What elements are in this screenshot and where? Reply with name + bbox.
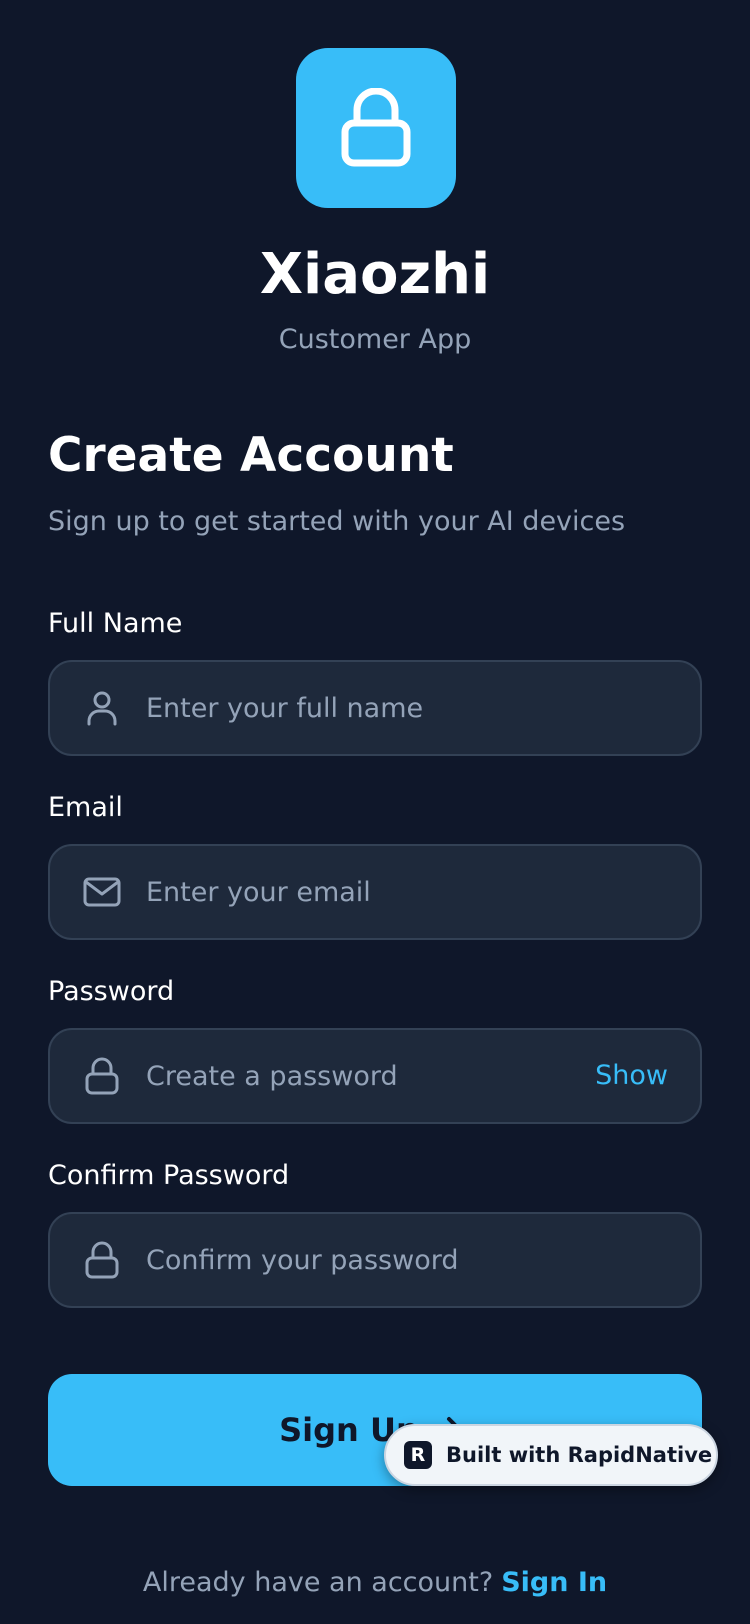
page-title: Create Account [48, 428, 454, 483]
user-icon [87, 691, 117, 726]
app-logo [296, 48, 456, 208]
confirm-password-field[interactable] [48, 1212, 702, 1308]
full-name-field[interactable] [48, 660, 702, 756]
signup-screen: Xiaozhi Customer App Create Account Sign… [0, 0, 750, 1624]
password-field[interactable]: Show [48, 1028, 702, 1124]
sign-in-prompt: Already have an account? Sign In [0, 1562, 750, 1604]
page-subtitle: Sign up to get started with your AI devi… [48, 506, 626, 537]
lock-icon [85, 1241, 119, 1279]
show-password-toggle[interactable]: Show [595, 1030, 668, 1122]
badge-text: Built with RapidNative [446, 1443, 713, 1467]
email-field[interactable] [48, 844, 702, 940]
mail-icon [83, 877, 121, 907]
sign-in-prompt-text: Already have an account? [142, 1567, 494, 1598]
password-label: Password [48, 976, 175, 1007]
confirm-password-input[interactable] [146, 1214, 586, 1306]
password-input[interactable] [146, 1030, 546, 1122]
sign-in-link[interactable]: Sign In [501, 1567, 607, 1598]
app-name: Xiaozhi [259, 242, 491, 307]
email-input[interactable] [146, 846, 586, 938]
email-label: Email [48, 792, 123, 823]
rapidnative-logo-icon: R [404, 1441, 432, 1469]
built-with-badge[interactable]: R Built with RapidNative [384, 1424, 718, 1486]
lock-icon [341, 88, 411, 167]
confirm-password-label: Confirm Password [48, 1160, 290, 1191]
app-subtitle: Customer App [278, 324, 472, 355]
full-name-input[interactable] [146, 662, 586, 754]
lock-icon [85, 1057, 119, 1095]
full-name-label: Full Name [48, 608, 183, 639]
